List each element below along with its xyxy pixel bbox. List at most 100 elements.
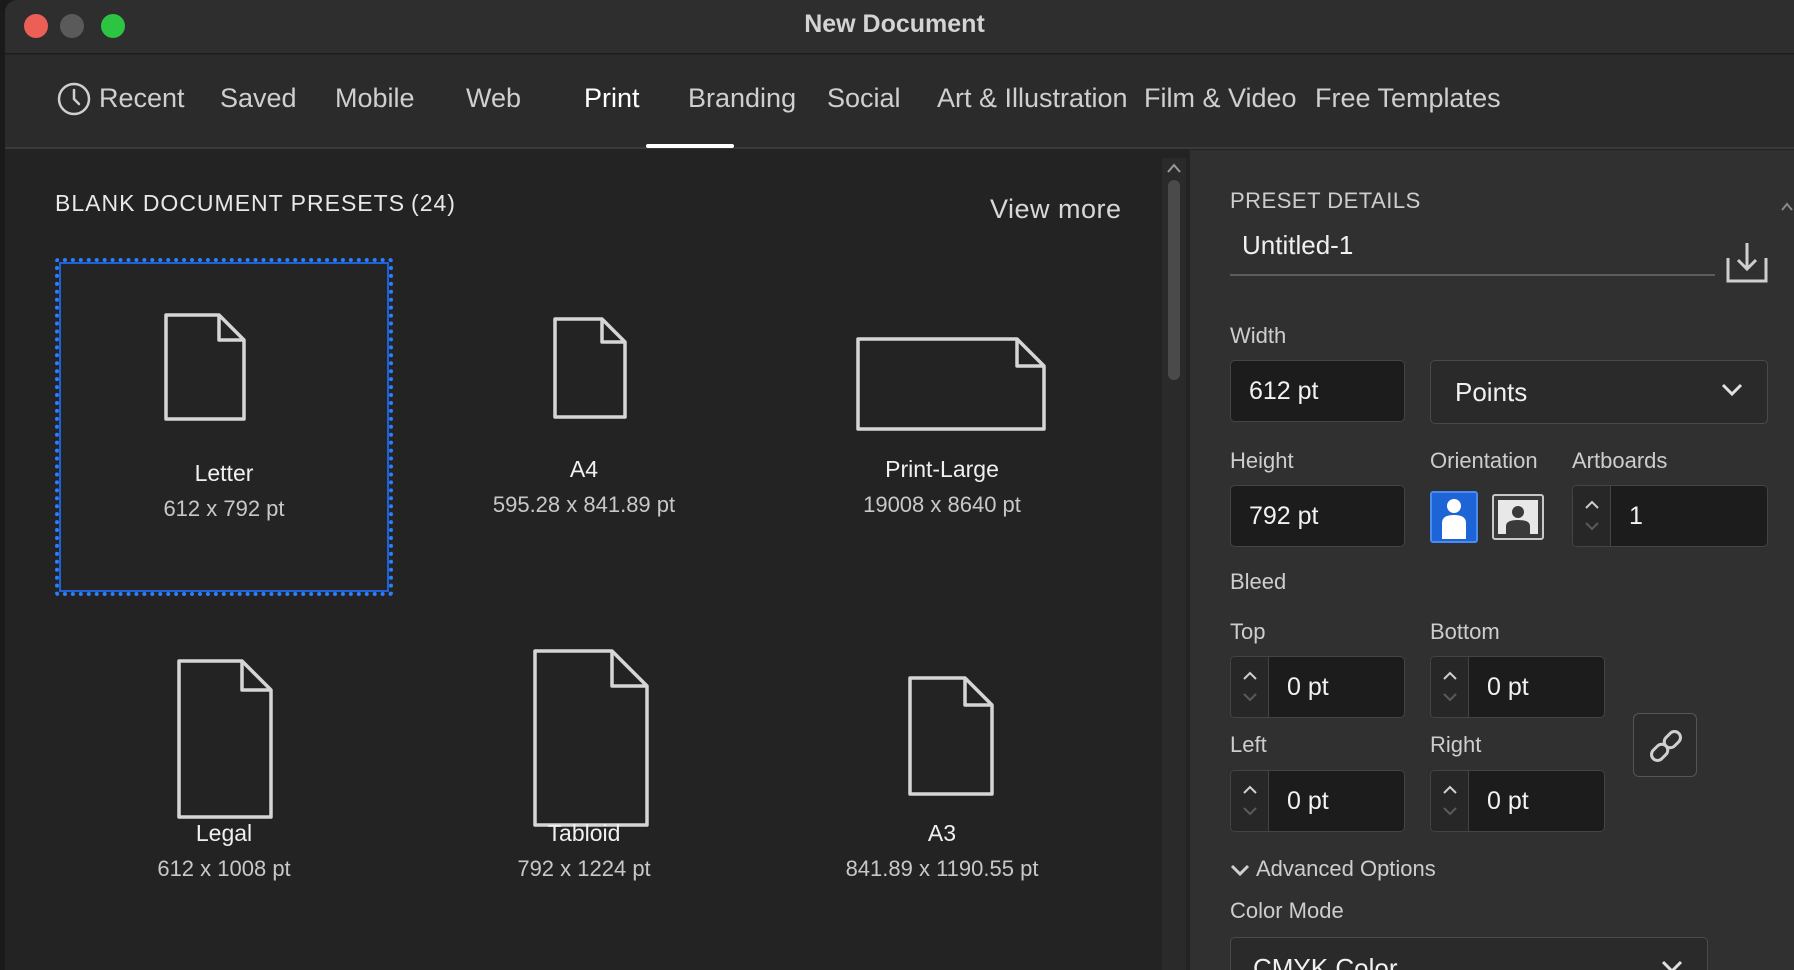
chevron-up-icon[interactable] — [1585, 500, 1599, 509]
bleed-top-label: Top — [1230, 619, 1266, 644]
bleed-right-label: Right — [1430, 732, 1482, 757]
preset-dimensions: 595.28 x 841.89 pt — [492, 492, 676, 517]
preset-name: Letter — [194, 460, 254, 486]
tab-branding[interactable]: Branding — [688, 83, 796, 114]
chevron-up-icon[interactable] — [1243, 785, 1257, 794]
preset-dimensions: 612 x 792 pt — [163, 496, 285, 521]
presets-heading: BLANK DOCUMENT PRESETS (24) — [55, 190, 456, 217]
tab-free-templates[interactable]: Free Templates — [1315, 83, 1501, 114]
preset-card-legal[interactable]: Legal 612 x 1008 pt — [55, 620, 393, 958]
link-bleed-button[interactable] — [1633, 713, 1697, 777]
chevron-down-icon — [1661, 960, 1683, 970]
chevron-down-icon — [1230, 865, 1250, 877]
chevron-up-icon[interactable] — [1443, 671, 1457, 680]
chevron-up-icon[interactable] — [1243, 671, 1257, 680]
bleed-bottom-label: Bottom — [1430, 619, 1500, 644]
bleed-left-value: 0 pt — [1287, 787, 1329, 815]
title-bar: New Document — [5, 0, 1794, 54]
preset-card-tabloid[interactable]: Tabloid 792 x 1224 pt — [415, 620, 753, 958]
tab-mobile[interactable]: Mobile — [335, 83, 415, 114]
units-select-value: Points — [1455, 377, 1528, 407]
advanced-options-label: Advanced Options — [1256, 856, 1436, 881]
chevron-down-icon[interactable] — [1243, 693, 1257, 702]
blank-document-presets: BLANK DOCUMENT PRESETS (24) View more Let… — [5, 150, 1160, 970]
stepper-arrows[interactable] — [1573, 486, 1611, 546]
height-label: Height — [1230, 448, 1294, 473]
preset-name: A4 — [569, 456, 599, 482]
new-document-window: New Document Recent Saved Mobile Web Pri… — [5, 0, 1794, 970]
document-portrait-icon — [908, 676, 994, 796]
bleed-bottom-value: 0 pt — [1487, 673, 1529, 701]
document-portrait-icon — [164, 313, 246, 421]
color-mode-label: Color Mode — [1230, 898, 1344, 923]
window-title: New Document — [804, 10, 985, 38]
details-scrollbar[interactable] — [1780, 200, 1794, 970]
orientation-portrait-button[interactable] — [1430, 491, 1478, 543]
bleed-label: Bleed — [1230, 569, 1287, 594]
preset-dimensions: 612 x 1008 pt — [157, 856, 291, 881]
chevron-down-icon[interactable] — [1443, 807, 1457, 816]
advanced-options-toggle[interactable]: Advanced Options — [1230, 856, 1436, 882]
bleed-right-stepper[interactable]: 0 pt — [1430, 770, 1605, 832]
preset-dimensions: 19008 x 8640 pt — [863, 492, 1021, 517]
artboards-value: 1 — [1629, 502, 1643, 530]
chevron-up-icon[interactable] — [1443, 785, 1457, 794]
document-portrait-icon — [553, 317, 627, 419]
preset-name: Legal — [195, 820, 253, 846]
save-preset-icon[interactable] — [1725, 240, 1769, 284]
category-tab-bar: Recent Saved Mobile Web Print Branding S… — [5, 55, 1794, 149]
clock-icon — [57, 82, 91, 116]
bleed-top-value: 0 pt — [1287, 673, 1329, 701]
color-mode-value: CMYK Color — [1253, 953, 1398, 970]
stepper-arrows[interactable] — [1431, 657, 1469, 717]
tab-film-video[interactable]: Film & Video — [1144, 83, 1297, 114]
preset-card-a4[interactable]: A4 595.28 x 841.89 pt — [415, 258, 753, 596]
landscape-person-icon — [1498, 500, 1538, 534]
color-mode-select[interactable]: CMYK Color — [1230, 937, 1708, 970]
chevron-down-icon[interactable] — [1585, 522, 1599, 531]
width-label: Width — [1230, 323, 1287, 348]
bleed-left-stepper[interactable]: 0 pt — [1230, 770, 1405, 832]
preset-dimensions: 792 x 1224 pt — [517, 856, 651, 881]
tab-art-illustration[interactable]: Art & Illustration — [937, 83, 1128, 114]
tab-saved[interactable]: Saved — [220, 83, 297, 114]
chevron-down-icon[interactable] — [1443, 693, 1457, 702]
stepper-arrows[interactable] — [1231, 771, 1269, 831]
stepper-arrows[interactable] — [1231, 657, 1269, 717]
tab-print[interactable]: Print — [584, 83, 640, 114]
height-input[interactable]: 792 pt — [1230, 485, 1405, 547]
bleed-top-stepper[interactable]: 0 pt — [1230, 656, 1405, 718]
preset-name: Print-Large — [885, 456, 999, 482]
link-icon — [1650, 730, 1682, 762]
view-more-link[interactable]: View more — [990, 194, 1122, 225]
preset-card-print-large[interactable]: Print-Large 19008 x 8640 pt — [773, 258, 1111, 596]
orientation-landscape-button[interactable] — [1492, 494, 1544, 540]
bleed-right-value: 0 pt — [1487, 787, 1529, 815]
orientation-label: Orientation — [1430, 448, 1538, 473]
chevron-up-icon[interactable] — [1166, 162, 1182, 174]
bleed-left-label: Left — [1230, 732, 1267, 757]
stepper-arrows[interactable] — [1431, 771, 1469, 831]
presets-heading-label: BLANK DOCUMENT PRESETS — [55, 190, 406, 216]
artboards-stepper[interactable]: 1 — [1572, 485, 1768, 547]
tab-social[interactable]: Social — [827, 83, 901, 114]
preset-details-heading: PRESET DETAILS — [1230, 188, 1421, 213]
width-input[interactable]: 612 pt — [1230, 360, 1405, 422]
bleed-bottom-stepper[interactable]: 0 pt — [1430, 656, 1605, 718]
document-name-input[interactable]: Untitled-1 — [1230, 220, 1715, 276]
presets-scrollbar[interactable] — [1162, 158, 1186, 970]
preset-dimensions: 841.89 x 1190.55 pt — [845, 856, 1039, 881]
chevron-down-icon[interactable] — [1243, 807, 1257, 816]
document-portrait-icon — [177, 659, 273, 819]
document-landscape-icon — [856, 337, 1046, 431]
document-portrait-icon — [533, 649, 649, 827]
tab-web[interactable]: Web — [466, 83, 521, 114]
active-tab-indicator — [646, 144, 734, 148]
preset-card-letter[interactable]: Letter 612 x 792 pt — [55, 258, 393, 596]
units-select[interactable]: Points — [1430, 360, 1768, 424]
chevron-down-icon — [1721, 383, 1743, 397]
portrait-person-icon — [1442, 499, 1466, 539]
scrollbar-thumb[interactable] — [1168, 180, 1180, 380]
preset-card-a3[interactable]: A3 841.89 x 1190.55 pt — [773, 620, 1111, 958]
tab-recent[interactable]: Recent — [99, 83, 185, 114]
